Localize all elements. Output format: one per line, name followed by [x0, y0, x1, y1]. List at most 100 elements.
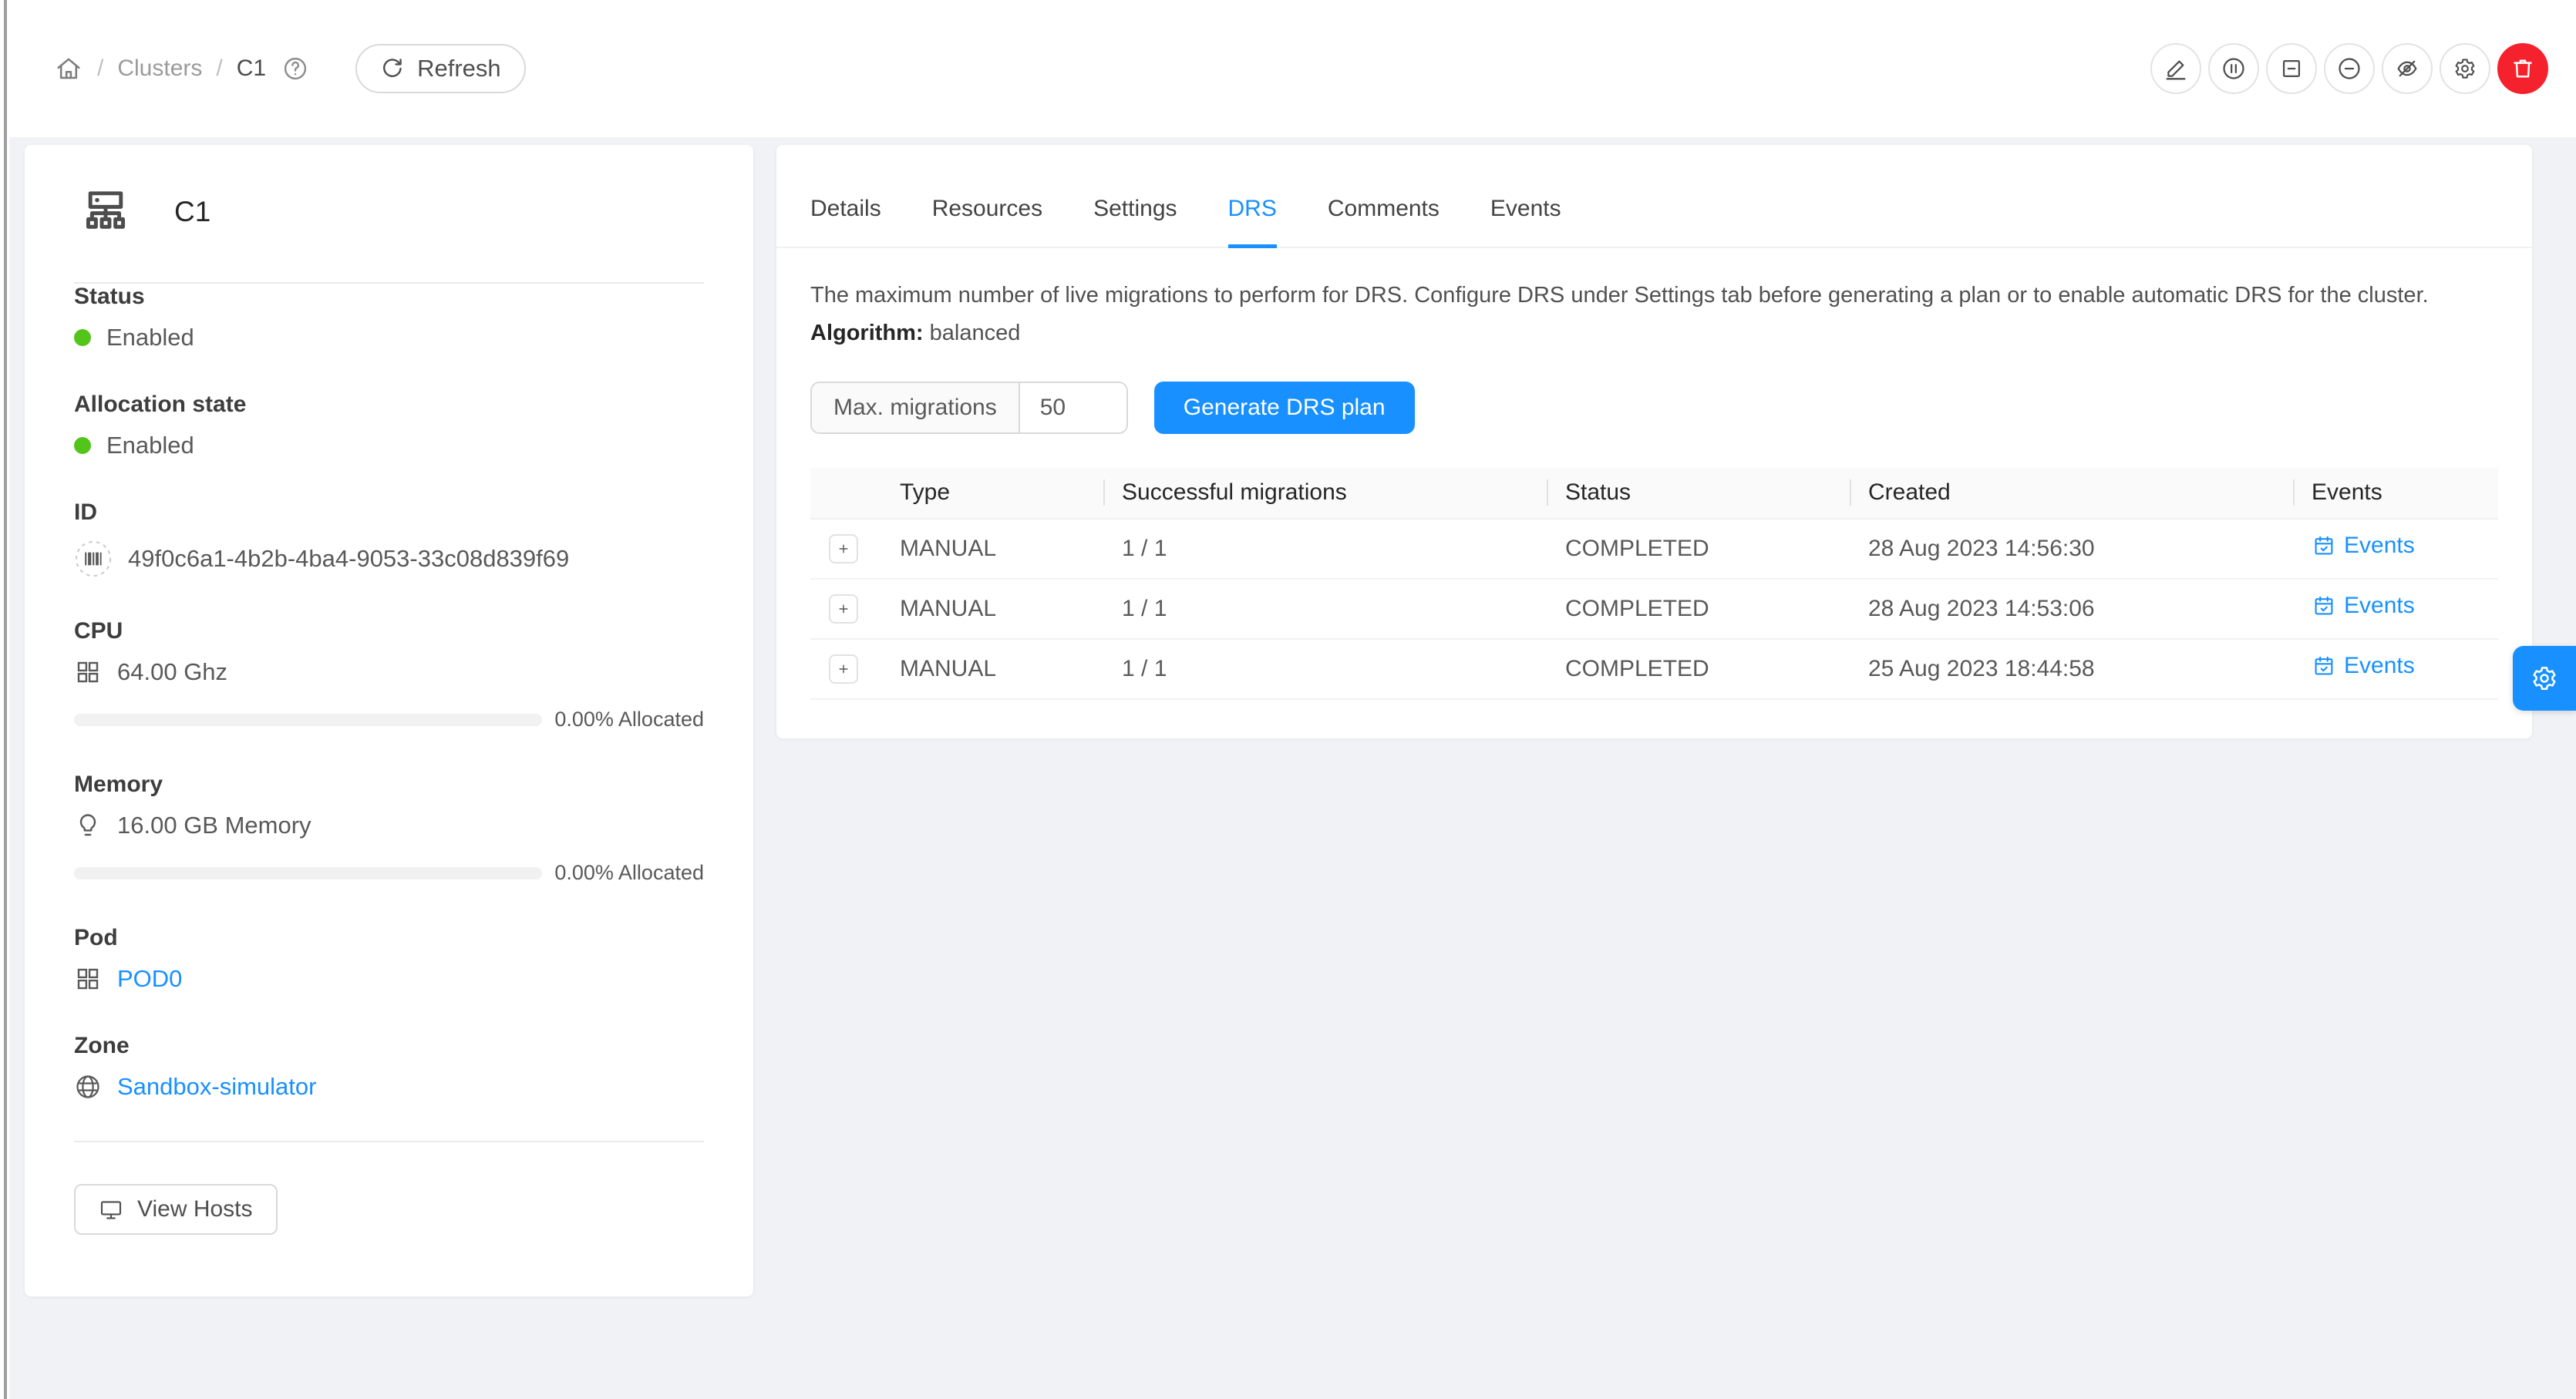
view-hosts-button[interactable]: View Hosts — [74, 1184, 278, 1235]
generate-drs-plan-button[interactable]: Generate DRS plan — [1154, 382, 1415, 434]
column-header-successful-migrations: Successful migrations — [1103, 468, 1547, 519]
table-body: MANUAL 1 / 1 COMPLETED 28 Aug 2023 14:56… — [810, 519, 2498, 699]
tab-events[interactable]: Events — [1490, 196, 1561, 247]
expand-row-button[interactable] — [829, 654, 858, 684]
cpu-allocated: 0.00% Allocated — [554, 708, 704, 731]
edit-button[interactable] — [2150, 43, 2201, 94]
unmanage-button[interactable] — [2266, 43, 2317, 94]
column-header-type: Type — [881, 468, 1103, 519]
grid-icon — [74, 965, 102, 993]
cell-status: COMPLETED — [1547, 519, 1850, 579]
barcode-copy-icon[interactable] — [74, 540, 113, 578]
zone-link[interactable]: Sandbox-simulator — [117, 1073, 316, 1101]
grid-icon — [74, 658, 102, 686]
memory-label: Memory — [74, 772, 704, 798]
zone-label: Zone — [74, 1033, 704, 1059]
table-header-row: TypeSuccessful migrationsStatusCreatedEv… — [810, 468, 2498, 519]
cell-migrations: 1 / 1 — [1103, 519, 1547, 579]
drs-form: Max. migrations Generate DRS plan — [810, 382, 2498, 434]
breadcrumb-separator: / — [97, 55, 103, 82]
pod-link[interactable]: POD0 — [117, 965, 182, 993]
floating-settings-button[interactable] — [2513, 646, 2576, 711]
column-header-events: Events — [2293, 468, 2498, 519]
help-icon[interactable] — [281, 55, 309, 82]
reload-icon — [380, 56, 405, 81]
view-hosts-label: View Hosts — [137, 1196, 253, 1222]
cpu-label: CPU — [74, 618, 704, 644]
minus-circle-icon — [2336, 55, 2362, 82]
tabs: Details Resources Settings DRS Comments Event… — [776, 145, 2532, 248]
cell-migrations: 1 / 1 — [1103, 579, 1547, 639]
max-migrations-group: Max. migrations — [810, 382, 1128, 434]
memory-value: 16.00 GB Memory — [117, 812, 311, 839]
bulb-icon — [74, 812, 102, 839]
cluster-head: C1 — [74, 187, 704, 237]
cell-status: COMPLETED — [1547, 639, 1850, 699]
max-migrations-input[interactable] — [1020, 383, 1126, 432]
expand-column-header — [810, 468, 881, 519]
cell-type: MANUAL — [881, 579, 1103, 639]
settings-button[interactable] — [2440, 43, 2490, 94]
tab-settings[interactable]: Settings — [1093, 196, 1177, 247]
hide-button[interactable] — [2382, 43, 2433, 94]
plus-icon — [835, 540, 852, 557]
pod-label: Pod — [74, 925, 704, 951]
table-row: MANUAL 1 / 1 COMPLETED 25 Aug 2023 18:44… — [810, 639, 2498, 699]
status-dot — [74, 329, 91, 346]
cell-status: COMPLETED — [1547, 579, 1850, 639]
cell-type: MANUAL — [881, 639, 1103, 699]
eye-slash-icon — [2394, 55, 2420, 82]
allocation-dot — [74, 437, 91, 454]
cpu-value: 64.00 Ghz — [117, 658, 227, 686]
column-header-status: Status — [1547, 468, 1850, 519]
table-row: MANUAL 1 / 1 COMPLETED 28 Aug 2023 14:53… — [810, 579, 2498, 639]
refresh-button[interactable]: Refresh — [355, 44, 526, 93]
allocation-value: Enabled — [106, 432, 194, 459]
status-section: Status Enabled — [74, 284, 704, 351]
breadcrumb: / Clusters / C1 Refresh — [54, 44, 526, 93]
id-label: ID — [74, 499, 704, 526]
cell-type: MANUAL — [881, 519, 1103, 579]
status-value: Enabled — [106, 324, 194, 351]
calendar-check-icon — [2312, 654, 2336, 678]
row-events-link[interactable]: Events — [2312, 533, 2415, 559]
delete-button[interactable] — [2497, 43, 2548, 94]
tab-comments[interactable]: Comments — [1328, 196, 1440, 247]
pause-button[interactable] — [2208, 43, 2259, 94]
divider — [74, 1141, 704, 1142]
expand-row-button[interactable] — [829, 594, 858, 624]
globe-icon — [74, 1073, 102, 1101]
expand-row-button[interactable] — [829, 534, 858, 563]
home-icon[interactable] — [54, 54, 83, 83]
header-actions — [2150, 43, 2548, 94]
allocation-section: Allocation state Enabled — [74, 392, 704, 459]
refresh-label: Refresh — [417, 55, 501, 82]
table-row: MANUAL 1 / 1 COMPLETED 28 Aug 2023 14:56… — [810, 519, 2498, 579]
tab-details[interactable]: Details — [810, 196, 881, 247]
monitor-icon — [99, 1197, 123, 1222]
pod-section: Pod POD0 — [74, 925, 704, 993]
pause-circle-icon — [2221, 55, 2247, 82]
cpu-section: CPU 64.00 Ghz 0.00% Allocated — [74, 618, 704, 731]
tab-drs[interactable]: DRS — [1228, 196, 1277, 248]
row-events-link[interactable]: Events — [2312, 653, 2415, 679]
algorithm-value: balanced — [930, 321, 1021, 345]
cpu-progress: 0.00% Allocated — [74, 708, 704, 731]
plus-icon — [835, 600, 852, 617]
cell-created: 28 Aug 2023 14:56:30 — [1850, 519, 2293, 579]
row-events-link[interactable]: Events — [2312, 593, 2415, 619]
algorithm-label: Algorithm: — [810, 321, 924, 345]
breadcrumb-clusters[interactable]: Clusters — [117, 55, 202, 82]
disable-button[interactable] — [2324, 43, 2375, 94]
plus-icon — [835, 661, 852, 678]
gear-icon — [2529, 663, 2560, 694]
algorithm-line: Algorithm: balanced — [810, 321, 2498, 346]
cell-migrations: 1 / 1 — [1103, 639, 1547, 699]
drs-description: The maximum number of live migrations to… — [810, 279, 2498, 313]
cluster-icon — [80, 187, 131, 237]
allocation-label: Allocation state — [74, 392, 704, 418]
memory-progress: 0.00% Allocated — [74, 861, 704, 885]
top-header: / Clusters / C1 Refresh — [0, 0, 2576, 137]
tab-resources[interactable]: Resources — [932, 196, 1042, 247]
memory-allocated: 0.00% Allocated — [554, 861, 704, 885]
